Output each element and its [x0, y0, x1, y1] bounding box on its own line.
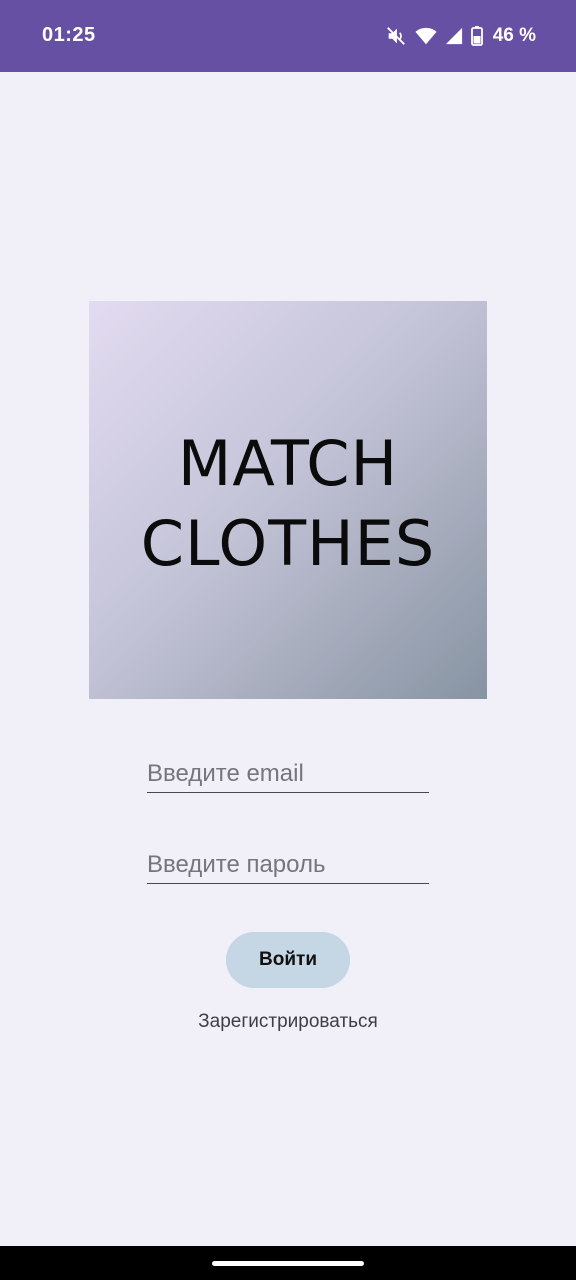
email-field[interactable]	[147, 760, 429, 792]
signal-icon	[445, 27, 463, 45]
navigation-bar	[0, 1246, 576, 1280]
status-icons: 46 %	[385, 22, 536, 50]
battery-percent: 46 %	[492, 25, 536, 46]
app-logo: MATCH CLOTHES	[89, 301, 487, 699]
status-time: 01:25	[42, 24, 96, 46]
logo-line-clothes: CLOTHES	[140, 507, 436, 580]
mute-icon	[385, 25, 407, 47]
email-field-container	[147, 760, 429, 793]
register-link[interactable]: Зарегистрироваться	[0, 1011, 576, 1033]
wifi-icon	[415, 26, 437, 46]
status-bar: 01:25 46 %	[0, 0, 576, 72]
password-field-container	[147, 851, 429, 884]
logo-line-match: MATCH	[177, 427, 399, 500]
gesture-handle[interactable]	[212, 1261, 364, 1266]
password-field[interactable]	[147, 851, 429, 883]
battery-icon	[470, 26, 483, 46]
login-button[interactable]: Войти	[226, 932, 350, 988]
